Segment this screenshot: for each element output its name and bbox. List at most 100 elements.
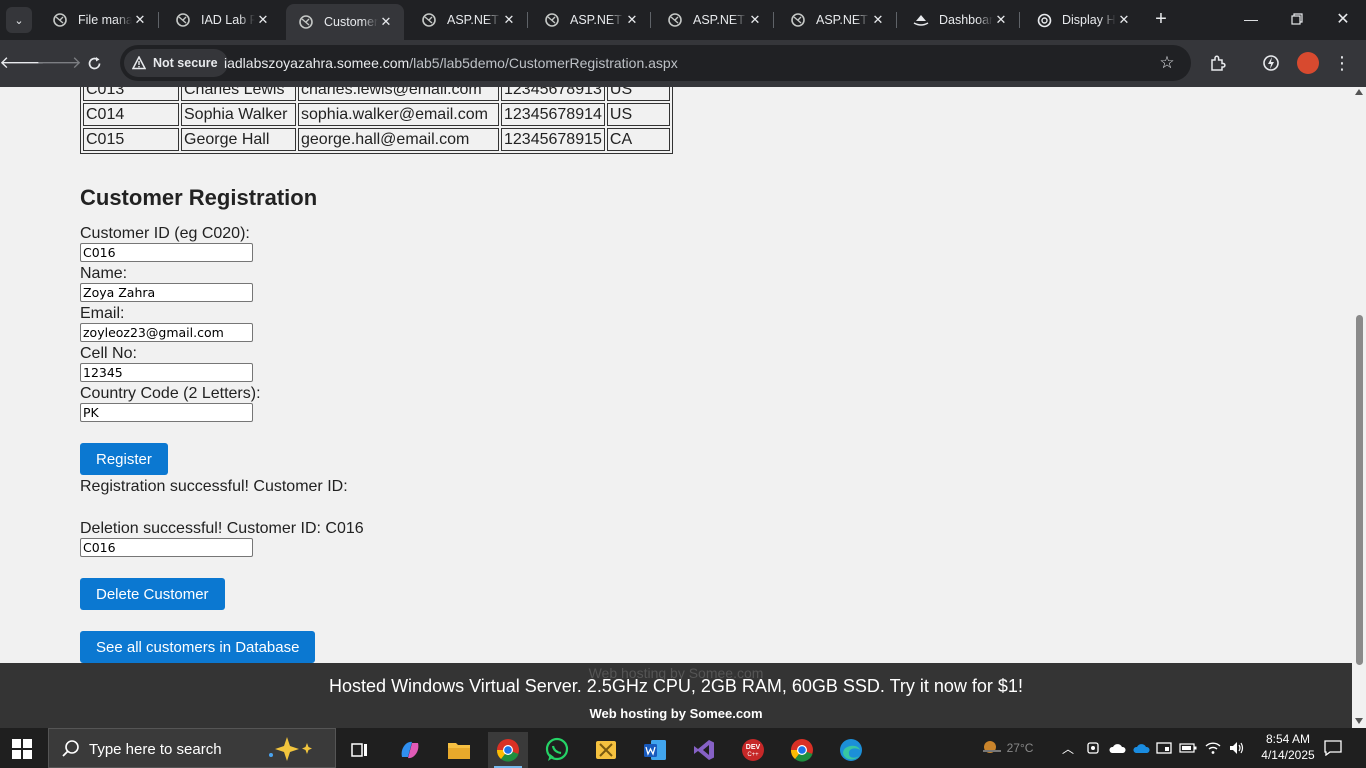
performance-icon[interactable] [1259,51,1283,75]
url-host: iadlabszoyazahra.somee.com [224,55,410,71]
chrome-icon[interactable] [488,732,528,768]
close-icon[interactable]: ✕ [747,12,763,28]
delete-id-input[interactable]: C016 [80,538,253,557]
svg-text:DEV: DEV [746,744,761,751]
system-clock[interactable]: 8:54 AM 4/14/2025 [1254,731,1322,763]
restore-icon[interactable] [1282,6,1312,32]
tab-iad-lab[interactable]: IAD Lab Programs ✕ [163,4,281,36]
address-bar[interactable]: Not secure iadlabszoyazahra.somee.com/la… [120,45,1191,81]
close-icon[interactable]: ✕ [870,12,886,28]
close-icon[interactable]: ✕ [501,12,517,28]
profile-avatar[interactable] [1297,52,1319,74]
weather-temperature: 27°C [1006,741,1034,755]
scroll-down-arrow-icon[interactable] [1355,718,1363,724]
dev-cpp-icon[interactable]: DEV C++ [733,732,773,768]
delete-customer-button[interactable]: Delete Customer [80,578,225,610]
close-icon[interactable]: ✕ [993,12,1009,28]
close-icon[interactable]: ✕ [255,12,271,28]
tab-customer-registration[interactable]: Customer Registration ✕ [286,4,404,40]
table-row: C014 Sophia Walker sophia.walker@email.c… [83,103,670,126]
openai-icon [1036,12,1052,28]
scroll-up-arrow-icon[interactable] [1355,89,1363,95]
copilot-icon[interactable] [390,732,430,768]
see-all-customers-button[interactable]: See all customers in Database [80,631,316,663]
browser-toolbar: 🡐 🡒 Not secure iadlabszoyazahra.somee.co… [0,40,1366,87]
chevron-up-icon[interactable]: ︿ [1060,728,1076,768]
tab-file-manager[interactable]: File manager ✕ [40,4,158,36]
tab-title: File manager [78,13,132,27]
page-title: Customer Registration [80,185,318,210]
visual-studio-icon[interactable] [684,732,724,768]
forward-arrow-icon[interactable]: 🡒 [36,51,82,75]
more-menu-icon[interactable]: ⋮ [1330,51,1354,75]
meet-now-icon[interactable] [1084,728,1102,768]
word-icon[interactable] [635,732,675,768]
tab-aspnet-3[interactable]: ASP.NET Core ✕ [655,4,773,36]
minimize-icon[interactable]: — [1236,6,1266,32]
clock-time: 8:54 AM [1265,732,1311,746]
wifi-icon[interactable] [1202,728,1224,768]
table-cell: C014 [83,103,179,126]
tab-separator [773,12,774,28]
table-cell: sophia.walker@email.com [298,103,499,126]
table-cell: US [606,87,670,101]
weather-widget[interactable]: 27°C [972,728,1042,768]
banner-subtext[interactable]: Web hosting by Somee.com [0,706,1352,721]
scroll-thumb[interactable] [1356,315,1363,665]
task-view-icon[interactable] [340,732,380,768]
new-tab-button[interactable]: + [1150,8,1172,30]
customers-table: C013 Charles Lewis charles.lewis@email.c… [80,87,673,154]
window-close-icon[interactable]: ✕ [1328,6,1358,32]
close-icon[interactable]: ✕ [624,12,640,28]
banner-headline[interactable]: Hosted Windows Virtual Server. 2.5GHz CP… [0,676,1352,697]
close-icon[interactable]: ✕ [1116,12,1132,28]
device-icon[interactable] [1154,728,1174,768]
email-input[interactable]: zoyleoz23@gmail.com [80,323,253,342]
volume-icon[interactable] [1226,728,1248,768]
back-arrow-icon[interactable]: 🡐 [0,51,45,75]
tab-search-button[interactable]: ⌄ [6,7,32,33]
close-icon[interactable]: ✕ [132,12,148,28]
tab-aspnet-1[interactable]: ASP.NET Core ✕ [409,4,527,36]
tab-title: ASP.NET Core [816,13,870,27]
battery-icon[interactable] [1178,728,1198,768]
whatsapp-icon[interactable] [537,732,577,768]
security-chip[interactable]: Not secure [124,49,228,77]
country-code-input[interactable]: PK [80,403,253,422]
bookmark-star-icon[interactable]: ☆ [1157,53,1177,73]
page-scrollbar[interactable] [1352,87,1366,728]
onedrive-icon[interactable] [1106,728,1128,768]
name-input[interactable]: Zoya Zahra [80,283,253,302]
windows-start-icon[interactable] [12,739,32,759]
clock-date: 4/14/2025 [1261,748,1315,762]
table-row: C015 George Hall george.hall@email.com 1… [83,128,670,151]
notification-icon[interactable] [1322,728,1344,768]
tab-aspnet-2[interactable]: ASP.NET Core ✕ [532,4,650,36]
reload-icon[interactable] [82,51,106,75]
file-explorer-icon[interactable] [439,732,479,768]
globe-icon [667,12,683,28]
customer-id-input[interactable]: C016 [80,243,253,262]
onedrive-blue-icon[interactable] [1130,728,1152,768]
close-icon[interactable]: ✕ [378,14,394,30]
tab-aspnet-4[interactable]: ASP.NET Core ✕ [778,4,896,36]
chrome-profile-icon[interactable] [782,732,822,768]
name-label: Name: [80,265,128,282]
snipping-tool-icon[interactable] [586,732,626,768]
tab-dashboard[interactable]: Dashboard ✕ [901,4,1019,36]
tab-separator [1019,12,1020,28]
tab-display-html[interactable]: Display HTML ✕ [1024,4,1142,36]
taskbar-search-box[interactable]: Type here to search [48,728,336,768]
edge-icon[interactable] [831,732,871,768]
register-button[interactable]: Register [80,443,168,475]
globe-icon [544,12,560,28]
url-text[interactable]: iadlabszoyazahra.somee.com/lab5/lab5demo… [224,55,678,71]
table-cell: C015 [83,128,179,151]
extensions-puzzle-icon[interactable] [1206,51,1230,75]
cell-no-input[interactable]: 12345 [80,363,253,382]
tab-title: IAD Lab Programs [201,13,255,27]
table-cell: C013 [83,87,179,101]
search-placeholder: Type here to search [89,741,222,758]
hosting-banner[interactable]: Web hosting by Somee.com Hosted Windows … [0,663,1352,728]
country-code-label: Country Code (2 Letters): [80,385,261,402]
